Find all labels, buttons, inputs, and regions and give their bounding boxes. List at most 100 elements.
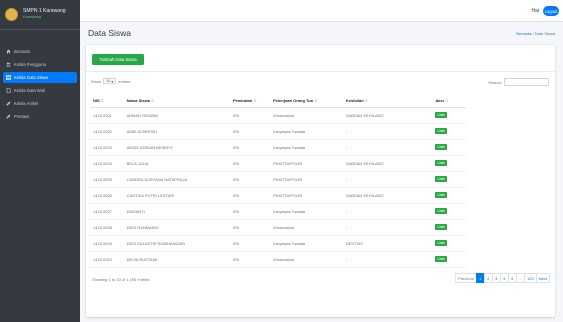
cell-aksi: Ubah (432, 155, 466, 172)
cell-kesibilan: SABDAN SEHILANG (342, 155, 433, 172)
breadcrumb-separator: / (532, 31, 534, 36)
edit-button[interactable]: Ubah (435, 224, 448, 230)
add-student-button[interactable]: Tambah Data Siswa (92, 54, 144, 65)
edit-button[interactable]: Ubah (435, 144, 448, 150)
cell-kesibilan: SABDAN SEHILANG (342, 187, 433, 204)
cell-pekerjaan: PNS/TNI/POLRI (270, 171, 343, 188)
cell-aksi: Ubah (432, 235, 466, 252)
cell-nama: DEVIA RUSTAMI (123, 251, 230, 268)
topbar: Hai Logout (80, 0, 563, 22)
user-greeting: Hai (531, 8, 539, 14)
cell-pekerjaan: Karyawan Swasta (270, 123, 343, 140)
cell-aksi: Ubah (432, 107, 466, 124)
table-row: 1415.0007 DAVIANTI IPA Karyawan Swasta - Ubah (90, 203, 466, 220)
cell-kesibilan: - (342, 171, 433, 188)
breadcrumb-current: Data Siswa (534, 31, 555, 36)
search-wrap: Search: (488, 78, 549, 86)
show-entries: Show 10 ▾ entries (91, 78, 130, 84)
sidebar-item-data-siswa[interactable]: Kelola Data Siswa (3, 72, 77, 83)
table-row: 1415.0004 BELA JULIA IPA PNS/TNI/POLRI SABDA… (90, 155, 466, 172)
column-header-nis[interactable]: NIS⇅ (90, 95, 124, 108)
edit-button[interactable]: Ubah (435, 208, 448, 214)
column-header-nama[interactable]: Nama Siswa⇅ (123, 95, 230, 108)
sidebar-item-prestasi[interactable]: Prestasi (3, 111, 77, 122)
edit-button[interactable]: Ubah (435, 240, 448, 246)
cell-kesibilan: SABDAN SEHILANG (342, 107, 433, 124)
sidebar-item-beranda[interactable]: Beranda (3, 46, 77, 57)
cell-pekerjaan: Karyawan Swasta (270, 235, 343, 252)
cell-peminatan: IPA (229, 107, 271, 124)
sidebar-item-data-wali[interactable]: Kelola Data Wali (3, 85, 77, 96)
users-icon (6, 62, 11, 67)
file-icon (6, 88, 11, 93)
home-icon (6, 49, 11, 54)
cell-aksi: Ubah (432, 187, 466, 204)
cell-nama: DEDI RAHMANDI (123, 219, 230, 236)
cell-kesibilan: - (342, 123, 433, 140)
cell-pekerjaan: PNS/TNI/POLRI (270, 187, 343, 204)
cell-peminatan: IPA (229, 251, 271, 268)
edit-button[interactable]: Ubah (435, 176, 448, 182)
cell-nama: ANGIE ADRIAN BENEFIT (123, 139, 230, 156)
cell-nis: 1415.0006 (90, 187, 124, 204)
sidebar-nav: Beranda Kelola Pengguna Kelola Data Sisw… (0, 30, 80, 122)
table-row: 1415.0009 DESI SULASTRI SUBIHANDARI IPA Kar… (90, 235, 466, 252)
edit-button[interactable]: Ubah (435, 192, 448, 198)
table-row: 1415.0006 CANTIKA PUTRI LESTARI IPA PNS/TNI… (90, 187, 466, 204)
cell-kesibilan: - (342, 219, 433, 236)
cell-peminatan: IPA (229, 219, 271, 236)
edit-button[interactable]: Ubah (435, 160, 448, 166)
sidebar-item-artikel[interactable]: Kelola Artikel (3, 98, 77, 109)
cell-aksi: Ubah (432, 203, 466, 220)
cell-pekerjaan: PNS/TNI/POLRI (270, 155, 343, 172)
table-row: 1415.0001 AHMAD RIDWAN IPA Wiraswasta SABDAN… (90, 107, 466, 124)
sidebar-item-pengguna[interactable]: Kelola Pengguna (3, 59, 77, 70)
cell-peminatan: IPA (229, 155, 271, 172)
cell-aksi: Ubah (432, 123, 466, 140)
cell-peminatan: IPA (229, 171, 271, 188)
cell-nis: 1415.0005 (90, 171, 124, 188)
sidebar-item-label: Beranda (14, 49, 30, 54)
column-header-pekerjaan[interactable]: Pekerjaan Orang Tua⇅ (270, 95, 343, 108)
pagination-next[interactable]: Next (535, 273, 550, 283)
edit-icon (6, 114, 11, 119)
entries-select[interactable]: 10 ▾ (103, 78, 117, 84)
table-row: 1415.0010 DEVIA RUSTAMI IPA Wiraswasta - Ubah (90, 251, 466, 268)
cell-nis: 1415.0010 (90, 251, 124, 268)
sidebar-item-label: Kelola Data Wali (14, 88, 45, 93)
cell-peminatan: IPA (229, 203, 271, 220)
cell-nis: 1415.0008 (90, 219, 124, 236)
cell-nis: 1415.0003 (90, 139, 124, 156)
search-input[interactable] (504, 78, 549, 86)
brand-subtitle: Karawang (23, 14, 42, 20)
cell-kesibilan: - (342, 251, 433, 268)
table-row: 1415.0002 AMELIA BERSIH IPA Karyawan Swasta… (90, 123, 466, 140)
column-header-peminatan[interactable]: Pemiratan⇅ (229, 95, 271, 108)
sidebar-item-label: Kelola Pengguna (14, 62, 46, 67)
breadcrumb-home-link[interactable]: Beranda (516, 31, 531, 36)
cell-nis: 1415.0002 (90, 123, 124, 140)
card-divider (86, 71, 555, 72)
column-header-aksi[interactable]: Aksi⇅ (432, 95, 466, 108)
breadcrumb: Beranda / Data Siswa (516, 31, 555, 36)
cell-nama: DAVIANTI (123, 203, 230, 220)
pagination: Previous 1 2 3 4 5 ... 120 Next (455, 273, 550, 283)
logout-button[interactable]: Logout (543, 6, 559, 16)
cell-aksi: Ubah (432, 219, 466, 236)
edit-button[interactable]: Ubah (435, 112, 448, 118)
cell-nama: DESI SULASTRI SUBIHANDARI (123, 235, 230, 252)
edit-button[interactable]: Ubah (435, 256, 448, 262)
cell-nis: 1415.0004 (90, 155, 124, 172)
cell-nis: 1415.0009 (90, 235, 124, 252)
cell-nama: AHMAD RIDWAN (123, 107, 230, 124)
cell-pekerjaan: Wiraswasta (270, 107, 343, 124)
show-label: Show (91, 78, 102, 84)
table-row: 1415.0008 DEDI RAHMANDI IPA Wiraswasta - Ubah (90, 219, 466, 236)
edit-button[interactable]: Ubah (435, 128, 448, 134)
table-row: 1415.0003 ANGIE ADRIAN BENEFIT IPA Karyawan… (90, 139, 466, 156)
column-header-kesibilan[interactable]: Kesibilan⇅ (342, 95, 433, 108)
pagination-previous[interactable]: Previous (455, 273, 477, 283)
cell-peminatan: IPA (229, 187, 271, 204)
cell-pekerjaan: Wiraswasta (270, 219, 343, 236)
brand[interactable]: SMPN 1 Karawang Karawang (0, 0, 80, 30)
